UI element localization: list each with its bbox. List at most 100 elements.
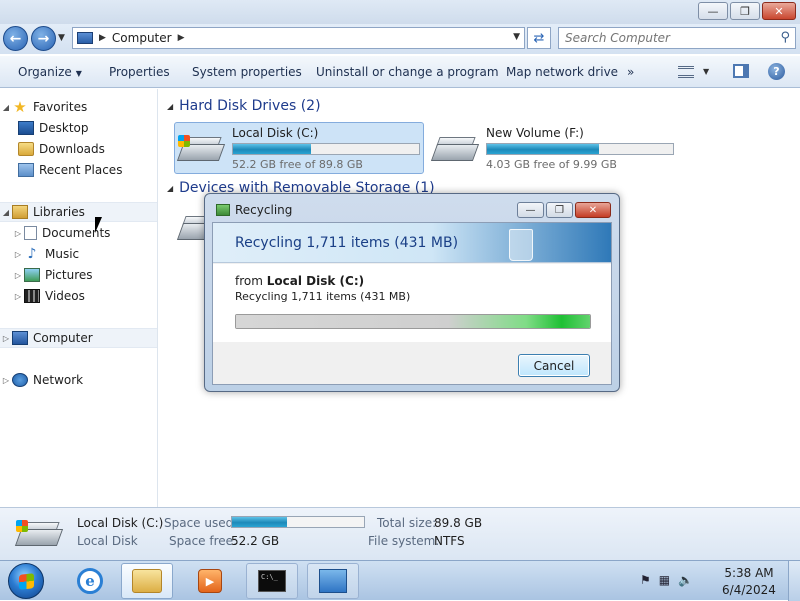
uninstall-program-button[interactable]: Uninstall or change a program — [316, 65, 499, 79]
change-view-icon[interactable] — [678, 66, 694, 78]
clock-time[interactable]: 5:38 AM — [716, 566, 782, 580]
refresh-button[interactable]: ⇄ — [527, 27, 551, 49]
clock-date[interactable]: 6/4/2024 — [716, 583, 782, 597]
total-size-value: 89.8 GB — [434, 516, 483, 530]
search-icon[interactable]: ⚲ — [780, 30, 790, 45]
taskbar-command-prompt[interactable]: C:\_ — [246, 563, 298, 599]
downloads-folder-icon — [18, 142, 34, 156]
taskbar-control-panel[interactable] — [307, 563, 359, 599]
recycle-bin-icon — [509, 229, 533, 261]
nav-favorites[interactable]: ◢ ★ Favorites — [0, 97, 157, 117]
nav-recent-places-label: Recent Places — [39, 163, 123, 177]
details-pane: Local Disk (C:) Local Disk Space used: S… — [0, 507, 800, 560]
drive-name: New Volume (F:) — [486, 126, 584, 140]
navigation-pane: ◢ ★ Favorites Desktop Downloads Recent P… — [0, 89, 158, 507]
collapse-arrow-icon[interactable]: ◢ — [167, 184, 173, 193]
dialog-banner: Recycling 1,711 items (431 MB) — [213, 223, 611, 263]
dialog-heading: Recycling 1,711 items (431 MB) — [235, 235, 459, 251]
minimize-icon: — — [707, 4, 719, 18]
space-free-label: Space free: — [169, 534, 238, 548]
nav-documents[interactable]: ▷ Documents — [0, 223, 157, 243]
nav-music[interactable]: ▷ ♪ Music — [0, 244, 157, 264]
drive-tile-c[interactable]: Local Disk (C:) 52.2 GB free of 89.8 GB — [174, 122, 424, 174]
view-options-dropdown-icon[interactable]: ▼ — [703, 67, 709, 76]
address-dropdown-icon[interactable]: ▼ — [513, 32, 520, 42]
nav-pictures[interactable]: ▷ Pictures — [0, 265, 157, 285]
expand-arrow-icon[interactable]: ▷ — [0, 334, 12, 343]
nav-music-label: Music — [45, 247, 80, 261]
breadcrumb-arrow-icon[interactable]: ▶ — [178, 33, 185, 43]
expand-arrow-icon[interactable]: ▷ — [12, 250, 24, 259]
help-icon[interactable]: ? — [768, 63, 785, 80]
taskbar-windows-explorer[interactable] — [121, 563, 173, 599]
expand-arrow-icon[interactable]: ▷ — [0, 376, 12, 385]
nav-favorites-label: Favorites — [33, 100, 88, 114]
search-input[interactable] — [559, 30, 759, 46]
more-commands-button[interactable]: » — [627, 65, 634, 79]
collapse-arrow-icon[interactable]: ◢ — [0, 208, 12, 217]
internet-explorer-icon: e — [77, 568, 103, 594]
close-button[interactable]: ✕ — [762, 2, 796, 20]
nav-recent-places[interactable]: Recent Places — [0, 160, 157, 180]
recycle-icon — [216, 204, 230, 216]
restore-button[interactable]: ❐ — [730, 2, 760, 20]
nav-network[interactable]: ▷ Network — [0, 370, 157, 390]
taskbar-internet-explorer[interactable]: e — [64, 563, 116, 599]
nav-videos[interactable]: ▷ Videos — [0, 286, 157, 306]
dialog-caption-buttons: — ❐ ✕ — [515, 202, 611, 218]
expand-arrow-icon[interactable]: ▷ — [12, 229, 24, 238]
film-icon — [24, 289, 40, 303]
organize-button[interactable]: Organize ▼ — [18, 65, 82, 79]
control-panel-icon — [319, 569, 347, 593]
pictures-icon — [24, 268, 40, 282]
documents-icon — [24, 226, 37, 240]
properties-button[interactable]: Properties — [109, 65, 170, 79]
nav-libraries[interactable]: ◢ Libraries — [0, 202, 157, 222]
progress-bar — [235, 314, 591, 329]
address-bar[interactable]: ▶ Computer ▶ ▼ — [72, 27, 525, 49]
recent-pages-dropdown-icon[interactable]: ▼ — [58, 33, 65, 43]
volume-muted-icon[interactable]: 🔈 — [678, 573, 693, 587]
windows-logo-icon — [19, 573, 34, 590]
refresh-icon: ⇄ — [533, 30, 545, 46]
taskbar-media-player[interactable]: ▶ — [184, 563, 236, 599]
command-prompt-icon: C:\_ — [258, 570, 286, 592]
star-icon: ★ — [13, 98, 27, 116]
show-desktop-button[interactable] — [788, 561, 800, 601]
collapse-arrow-icon[interactable]: ◢ — [0, 103, 12, 112]
drive-free-space: 52.2 GB free of 89.8 GB — [232, 158, 363, 171]
map-network-drive-button[interactable]: Map network drive — [506, 65, 618, 79]
space-used-bar — [231, 516, 365, 528]
nav-pictures-label: Pictures — [45, 268, 93, 282]
expand-arrow-icon[interactable]: ▷ — [12, 292, 24, 301]
forward-button[interactable]: → — [31, 26, 56, 51]
action-center-flag-icon[interactable]: ⚑ — [640, 573, 651, 587]
close-icon: ✕ — [588, 204, 598, 216]
cancel-button[interactable]: Cancel — [518, 354, 590, 377]
system-properties-button[interactable]: System properties — [192, 65, 302, 79]
start-button[interactable] — [8, 563, 44, 599]
dialog-restore-button[interactable]: ❐ — [546, 202, 573, 218]
nav-desktop[interactable]: Desktop — [0, 118, 157, 138]
nav-downloads[interactable]: Downloads — [0, 139, 157, 159]
organize-label: Organize — [18, 65, 72, 79]
drive-tile-f[interactable]: New Volume (F:) 4.03 GB free of 9.99 GB — [428, 122, 678, 174]
collapse-arrow-icon[interactable]: ◢ — [167, 102, 173, 111]
nav-computer[interactable]: ▷ Computer — [0, 328, 157, 348]
computer-icon — [12, 331, 28, 345]
network-status-icon[interactable]: ▦ — [659, 573, 670, 587]
libraries-icon — [12, 205, 28, 219]
breadcrumb-computer[interactable]: Computer — [112, 31, 172, 45]
back-arrow-icon: ← — [9, 30, 22, 47]
taskbar: e ▶ C:\_ ⚑ ▦ 🔈 5:38 AM 6/4/2024 — [0, 560, 800, 601]
preview-pane-icon[interactable] — [733, 64, 749, 78]
expand-arrow-icon[interactable]: ▷ — [12, 271, 24, 280]
dialog-close-button[interactable]: ✕ — [575, 202, 611, 218]
dialog-minimize-button[interactable]: — — [517, 202, 544, 218]
minimize-button[interactable]: — — [698, 2, 728, 20]
hard-drive-icon — [176, 135, 226, 163]
hard-disk-drives-header[interactable]: ◢ Hard Disk Drives (2) — [167, 98, 321, 114]
back-button[interactable]: ← — [3, 26, 28, 51]
search-box[interactable]: ⚲ — [558, 27, 796, 49]
breadcrumb-arrow-icon[interactable]: ▶ — [99, 33, 106, 43]
